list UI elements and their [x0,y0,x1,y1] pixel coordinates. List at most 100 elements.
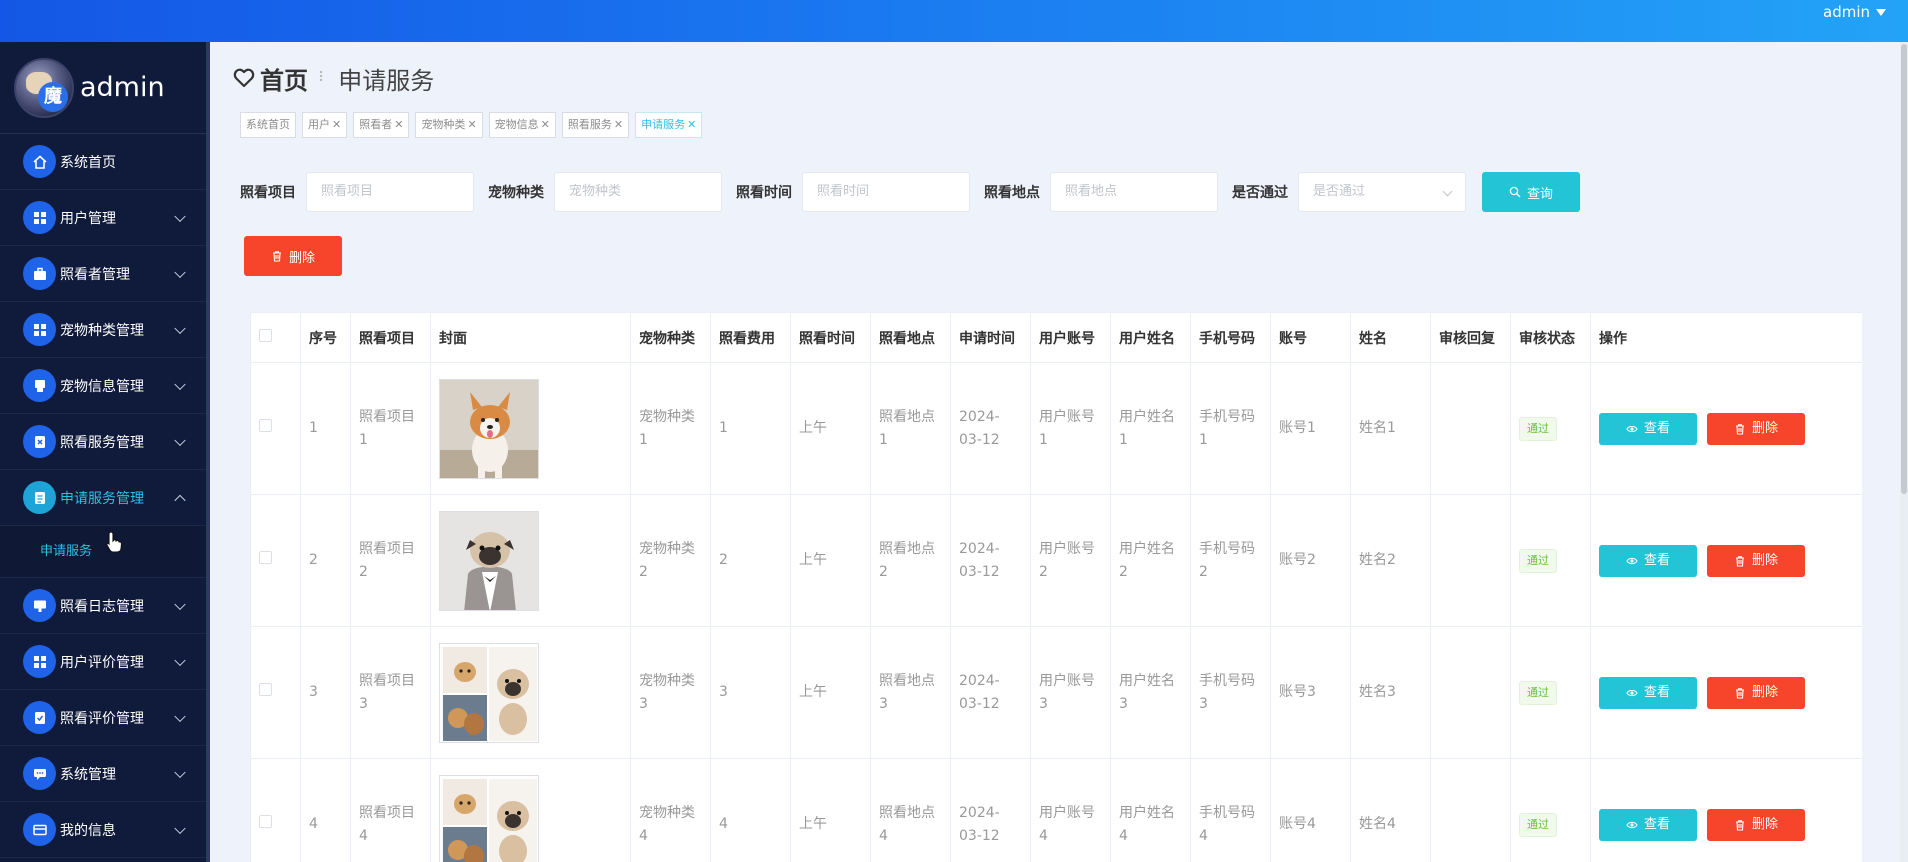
column-header: 申请时间 [950,312,1031,363]
delete-button[interactable]: 删除 [1707,412,1805,445]
approved-select[interactable]: 是否通过 [1298,172,1466,212]
cover-image[interactable] [439,774,539,862]
sidebar-item[interactable]: 系统管理 [0,746,206,802]
column-header: 操作 [1590,312,1862,363]
delete-label: 删除 [1751,421,1778,436]
tab[interactable]: 照看者 ✕ [353,112,410,138]
close-icon[interactable]: ✕ [687,118,696,131]
tab[interactable]: 用户 ✕ [302,112,348,138]
search-input[interactable]: 宠物种类 [554,172,722,212]
cover-image[interactable] [439,378,539,479]
chevron-down-icon [174,322,186,334]
cell-no: 2 [300,494,351,627]
row-checkbox[interactable] [259,419,272,432]
delete-label: 删除 [1751,685,1778,700]
row-select-cell [250,626,301,759]
tab[interactable]: 宠物信息 ✕ [488,112,556,138]
table-row[interactable]: 3 照看项目3 宠物种类3 3 上午 照看地点3 2024-03-12 用户账号3 用户姓名3 手… [250,626,1862,759]
row-select-cell [250,362,301,495]
close-icon[interactable]: ✕ [394,118,403,131]
search-input[interactable]: 照看时间 [802,172,970,212]
query-button[interactable]: 查询 [1482,172,1580,212]
view-button[interactable]: 查看 [1599,544,1697,577]
pug-photo [440,511,538,610]
sidebar-item[interactable]: 宠物种类管理 [0,302,206,358]
cell-account: 用户账号1 [1030,362,1111,495]
table-row[interactable]: 4 照看项目4 宠物种类4 4 上午 照看地点4 2024-03-12 用户账号4 用户姓名4 手… [250,758,1862,862]
sidebar-item[interactable]: 照看服务管理 [0,414,206,470]
cell-name: 姓名1 [1350,362,1431,495]
chevron-down-icon [174,266,186,278]
sidebar-item-label: 系统管理 [60,766,116,783]
cell-kind: 宠物种类4 [630,758,711,862]
row-checkbox[interactable] [259,683,272,696]
view-button[interactable]: 查看 [1599,808,1697,841]
delete-button[interactable]: 删除 [1707,676,1805,709]
breadcrumb-separator: ⠇ [318,70,329,86]
sidebar-item[interactable]: 申请服务管理 [0,470,206,526]
view-button[interactable]: 查看 [1599,412,1697,445]
cell-account: 用户账号4 [1030,758,1111,862]
sidebar-item[interactable]: 照看日志管理 [0,578,206,634]
delete-button[interactable]: 删除 [1707,544,1805,577]
breadcrumb-home[interactable]: 首页 [260,61,308,96]
user-name: admin [1823,3,1870,21]
tab[interactable]: 宠物种类 ✕ [415,112,483,138]
search-input[interactable]: 照看项目 [306,172,474,212]
batch-delete-button[interactable]: 删除 [244,236,342,276]
search-icon [1509,186,1521,198]
tab[interactable]: 申请服务 ✕ [635,112,703,138]
grid-icon [23,201,56,234]
close-icon[interactable]: ✕ [614,118,623,131]
cell-reply [1430,758,1511,862]
sidebar-item[interactable]: 照看评价管理 [0,690,206,746]
cover-cell [430,494,631,627]
cell-item: 照看项目2 [350,494,431,627]
row-checkbox[interactable] [259,815,272,828]
sidebar-item[interactable]: 我的信息 [0,802,206,858]
cover-cell [430,758,631,862]
tab[interactable]: 照看服务 ✕ [561,112,630,138]
close-icon[interactable]: ✕ [467,118,476,131]
delete-button[interactable]: 删除 [1707,808,1805,841]
document-icon [23,481,56,514]
cell-name: 姓名4 [1350,758,1431,862]
submenu-item-apply-service[interactable]: 申请服务 [0,526,206,578]
scrollbar-thumb[interactable] [1901,44,1907,494]
cell-uname: 用户姓名1 [1110,362,1191,495]
chevron-down-icon [174,766,186,778]
avatar: 魔 [14,57,74,118]
actions-cell: 查看 删除 [1590,362,1862,495]
table-row[interactable]: 1 照看项目1 宠物种类1 1 上午 照看地点1 2024-03-12 用户账号1 用户姓名1 手… [250,362,1862,495]
table-row[interactable]: 2 照看项目2 宠物种类2 2 上午 照看地点2 2024-03-12 用户账号2 用户姓名2 手… [250,494,1862,627]
close-icon[interactable]: ✕ [332,118,341,131]
sidebar-item[interactable]: 用户管理 [0,190,206,246]
column-header: 审核回复 [1430,312,1511,363]
search-input[interactable]: 照看地点 [1050,172,1218,212]
sidebar-item[interactable]: 照看者管理 [0,246,206,302]
page-scrollbar[interactable] [1900,42,1908,862]
cell-acc: 账号1 [1270,362,1351,495]
user-menu[interactable]: admin [1823,0,1886,24]
column-header: 审核状态 [1510,312,1591,363]
heart-icon [233,68,255,88]
select-all-checkbox[interactable] [259,329,272,342]
breadcrumb-current: 申请服务 [338,66,435,95]
cover-image[interactable] [439,642,539,743]
data-table: 序号 照看项目 封面 宠物种类 照看费用 照看时间 照看地点 申请时间 用户账号 用户姓名 手机号码… [250,312,1862,862]
cover-image[interactable] [439,510,539,611]
cell-kind: 宠物种类3 [630,626,711,759]
close-icon[interactable]: ✕ [541,118,550,131]
row-checkbox[interactable] [259,551,272,564]
sidebar-item-label: 宠物信息管理 [60,378,144,395]
column-header: 宠物种类 [630,312,711,363]
eye-icon [1626,821,1638,828]
column-header: 手机号码 [1190,312,1271,363]
sidebar-item[interactable]: 宠物信息管理 [0,358,206,414]
status-cell: 通过 [1510,758,1591,862]
sidebar-item[interactable]: 用户评价管理 [0,634,206,690]
sidebar-item[interactable]: 系统首页 [0,134,206,190]
tab-bar: 系统首页 用户 ✕ 照看者 ✕ 宠物种类 ✕ 宠物信息 ✕ 照看服务 ✕ 申请服务 ✕ [240,112,708,142]
tab[interactable]: 系统首页 [240,112,296,138]
view-button[interactable]: 查看 [1599,676,1697,709]
